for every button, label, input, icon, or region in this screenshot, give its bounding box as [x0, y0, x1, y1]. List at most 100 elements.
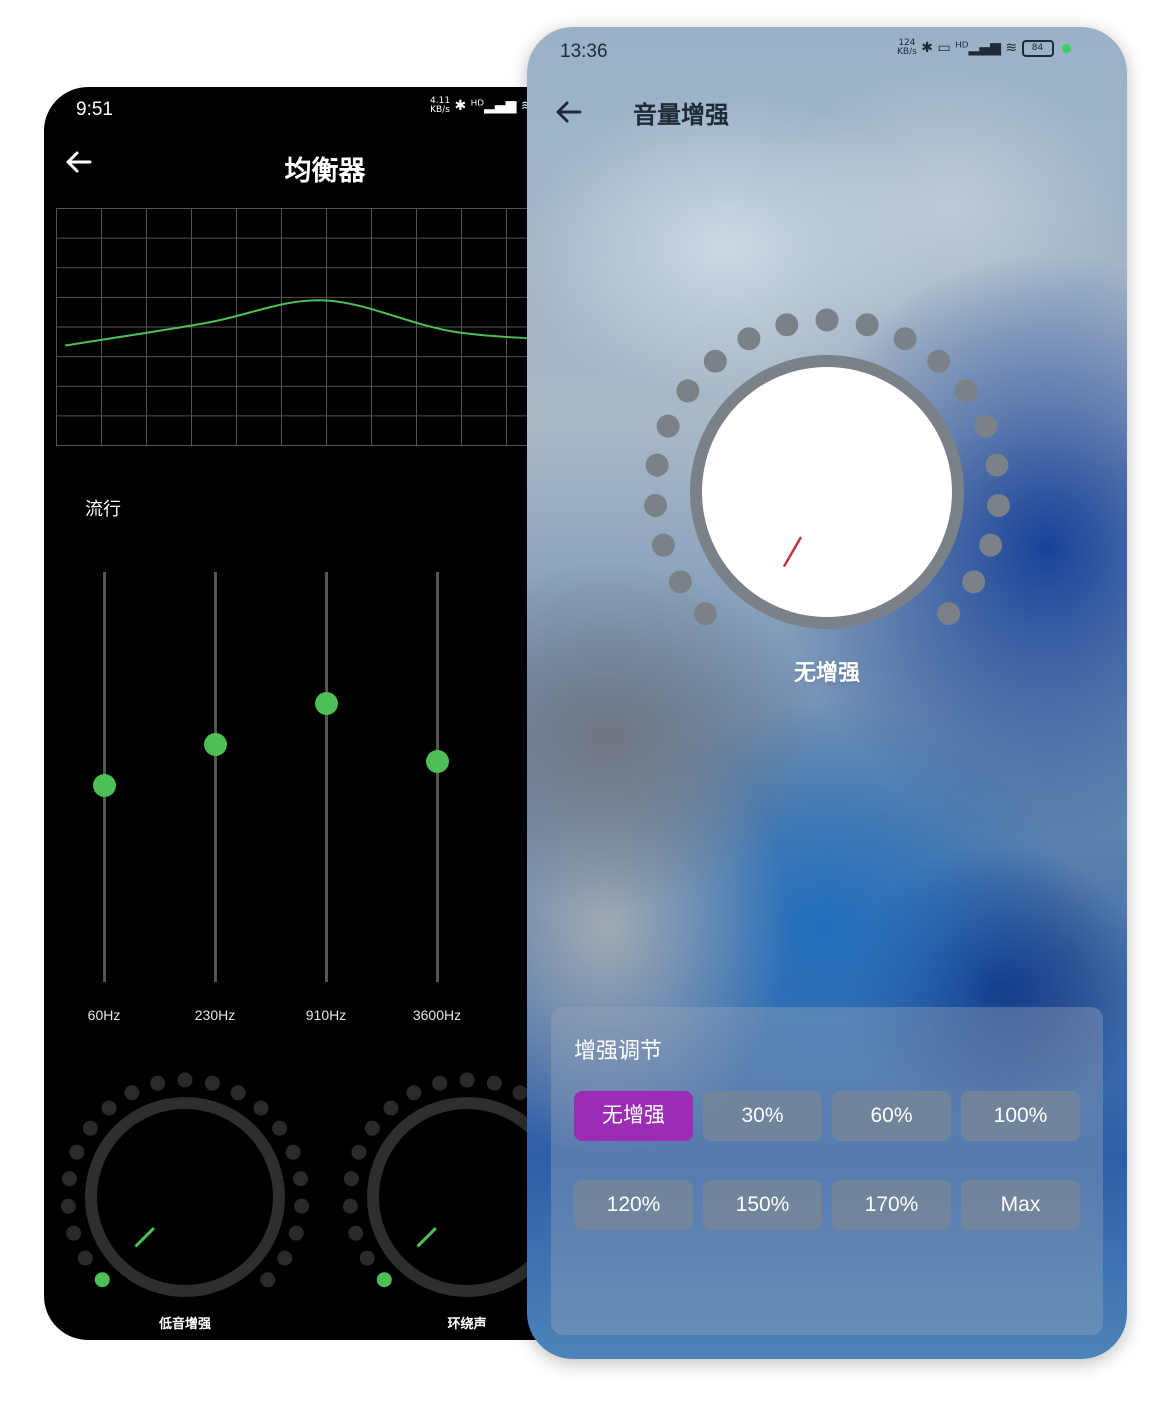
- page-title: 音量增强: [633, 101, 729, 129]
- knob-tick-dot: [150, 1075, 166, 1091]
- knob-tick-dot: [979, 533, 1003, 557]
- page-title: 均衡器: [284, 156, 366, 187]
- privacy-indicator-dot: [1061, 43, 1071, 53]
- knob-tick-dot: [348, 1225, 364, 1241]
- boost-settings-panel: 增强调节 无增强 30% 60% 100% 120% 150% 170% Max: [551, 1007, 1103, 1335]
- knob-tick-dot: [342, 1198, 358, 1214]
- slider-track[interactable]: [325, 572, 328, 982]
- knob-tick-dot: [260, 1272, 276, 1288]
- eq-response-graph: [56, 208, 596, 446]
- knob-tick-dot: [60, 1198, 76, 1214]
- knob-tick-dot: [775, 313, 799, 337]
- equalizer-screen: 9:51 4.11 KB/s ✱ ᴴᴰ▂▄▆ ≋ 均衡器 流行 60Hz 230Hz…: [44, 87, 604, 1340]
- knob-tick-dot: [927, 349, 951, 373]
- knob-ring: [85, 1097, 285, 1297]
- current-boost-level: 无增强: [793, 661, 860, 686]
- knob-tick-dot: [364, 1120, 380, 1136]
- knob-tick-dot: [82, 1120, 98, 1136]
- back-arrow-icon[interactable]: [554, 97, 584, 127]
- knob-tick-dot: [351, 1144, 367, 1160]
- knob-tick-dot: [253, 1100, 269, 1116]
- volume-boost-screen: 13:36 124 KB/s ✱ ▭ ᴴᴰ▂▄▆ ≋ 84 音量增强 无增强 增强…: [527, 27, 1127, 1359]
- band-frequency-label: 3600Hz: [412, 1007, 462, 1023]
- knob-indicator: [134, 1227, 155, 1248]
- knob-tick-dot: [486, 1075, 502, 1091]
- knob-tick-dot: [272, 1120, 288, 1136]
- knob-tick-dot: [376, 1272, 392, 1288]
- slider-track[interactable]: [436, 572, 439, 982]
- bluetooth-icon: ✱: [921, 40, 933, 56]
- battery-icon: 84: [1021, 39, 1054, 57]
- laptop-icon: ▭: [937, 40, 951, 56]
- knob-tick-dot: [954, 379, 978, 403]
- boost-option-button[interactable]: 30%: [703, 1091, 822, 1141]
- knob-tick-dot: [288, 1225, 304, 1241]
- knob-face[interactable]: [702, 367, 952, 617]
- knob-tick-dot: [277, 1250, 293, 1266]
- knob-label: 环绕声: [447, 1317, 487, 1332]
- knob-tick-dot: [985, 453, 1009, 477]
- knob-label: 低音增强: [158, 1317, 211, 1332]
- knob-tick-dot: [230, 1085, 246, 1101]
- band-frequency-label: 230Hz: [194, 1007, 236, 1023]
- eq-response-curve: [64, 299, 596, 347]
- knob-tick-dot: [693, 602, 717, 626]
- knob-tick-dot: [343, 1171, 359, 1187]
- knob-tick-dot: [294, 1198, 310, 1214]
- knob-tick-dot: [66, 1225, 82, 1241]
- knob-tick-dot: [293, 1171, 309, 1187]
- eq-band-slider[interactable]: [417, 572, 457, 982]
- status-icons: ✱ ᴴᴰ▂▄▆ ≋: [454, 98, 533, 114]
- eq-band-slider[interactable]: [306, 572, 346, 982]
- knob-tick-dot: [383, 1100, 399, 1116]
- band-frequency-label: 60Hz: [87, 1007, 121, 1023]
- knob-tick-dot: [177, 1072, 193, 1088]
- knob-tick-dot: [962, 570, 986, 594]
- status-bar-icons: 4.11 KB/s ✱ ᴴᴰ▂▄▆ ≋: [430, 97, 533, 115]
- slider-thumb[interactable]: [426, 749, 449, 773]
- boost-option-button[interactable]: Max: [961, 1180, 1080, 1230]
- knob-tick-dot: [815, 308, 839, 332]
- band-frequency-label: 910Hz: [305, 1007, 347, 1023]
- slider-thumb[interactable]: [93, 774, 116, 798]
- eq-band-slider[interactable]: [84, 572, 124, 982]
- boost-option-button[interactable]: 120%: [574, 1180, 693, 1230]
- knob-tick-dot: [668, 570, 692, 594]
- knob-tick-dot: [124, 1085, 140, 1101]
- knob-tick-dot: [204, 1075, 220, 1091]
- knob-tick-dot: [644, 493, 668, 517]
- knob-tick-dot: [359, 1250, 375, 1266]
- knob-tick-dot: [656, 414, 680, 438]
- knob-tick-dot: [459, 1072, 475, 1088]
- knob-tick-dot: [512, 1085, 528, 1101]
- status-time: 13:36: [560, 41, 608, 62]
- knob-indicator: [416, 1227, 437, 1248]
- boost-option-button[interactable]: 无增强: [574, 1091, 693, 1141]
- effect-knob[interactable]: [60, 1072, 310, 1312]
- knob-tick-dot: [101, 1100, 117, 1116]
- knob-tick-dot: [61, 1171, 77, 1187]
- knob-tick-dot: [651, 533, 675, 557]
- knob-tick-dot: [676, 379, 700, 403]
- knob-tick-dot: [77, 1250, 93, 1266]
- knob-tick-dot: [69, 1144, 85, 1160]
- slider-thumb[interactable]: [315, 692, 338, 716]
- status-time: 9:51: [76, 99, 113, 120]
- boost-option-button[interactable]: 170%: [832, 1180, 951, 1230]
- slider-track[interactable]: [214, 572, 217, 982]
- eq-band-slider[interactable]: [195, 572, 235, 982]
- wifi-icon: ≋: [1005, 40, 1018, 56]
- knob-tick-dot: [703, 349, 727, 373]
- boost-level-knob[interactable]: [639, 307, 1015, 637]
- boost-option-button[interactable]: 100%: [961, 1091, 1080, 1141]
- knob-tick-dot: [893, 327, 917, 351]
- boost-option-button[interactable]: 60%: [832, 1091, 951, 1141]
- slider-thumb[interactable]: [204, 733, 227, 757]
- panel-title: 增强调节: [574, 1039, 663, 1064]
- knob-tick-dot: [645, 453, 669, 477]
- knob-tick-dot: [855, 313, 879, 337]
- knob-tick-dot: [737, 327, 761, 351]
- preset-name[interactable]: 流行: [85, 495, 121, 521]
- knob-tick-dot: [94, 1272, 110, 1288]
- boost-option-button[interactable]: 150%: [703, 1180, 822, 1230]
